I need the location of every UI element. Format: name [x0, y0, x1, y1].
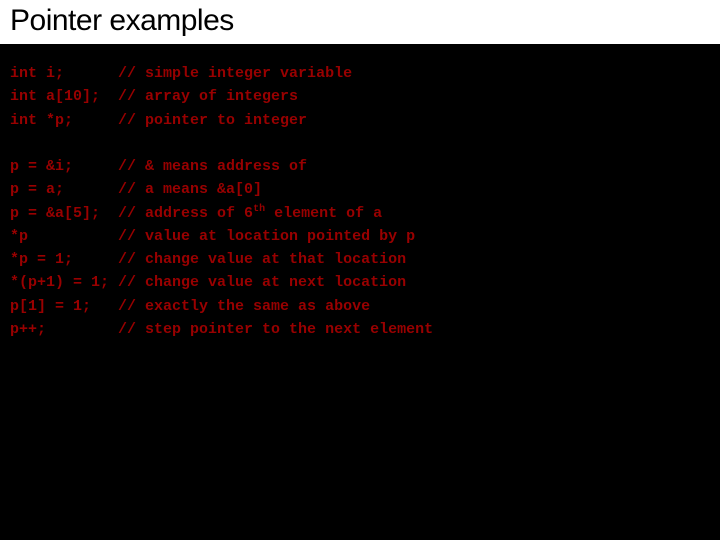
title-bar: Pointer examples: [0, 0, 720, 46]
code-line: int *p; // pointer to integer: [10, 109, 710, 132]
code-line: int i; // simple integer variable: [10, 62, 710, 85]
blank-line: [10, 132, 710, 155]
code-line: p = &a[5]; // address of 6th element of …: [10, 202, 710, 225]
code-line: p = a; // a means &a[0]: [10, 178, 710, 201]
code-line: p++; // step pointer to the next element: [10, 318, 710, 341]
code-line: *p = 1; // change value at that location: [10, 248, 710, 271]
superscript: th: [253, 204, 265, 215]
code-line: *p // value at location pointed by p: [10, 225, 710, 248]
code-line: *(p+1) = 1; // change value at next loca…: [10, 271, 710, 294]
slide-title: Pointer examples: [10, 4, 710, 38]
code-area: int i; // simple integer variable int a[…: [0, 46, 720, 357]
code-line: p[1] = 1; // exactly the same as above: [10, 295, 710, 318]
code-line: int a[10]; // array of integers: [10, 85, 710, 108]
code-line: p = &i; // & means address of: [10, 155, 710, 178]
